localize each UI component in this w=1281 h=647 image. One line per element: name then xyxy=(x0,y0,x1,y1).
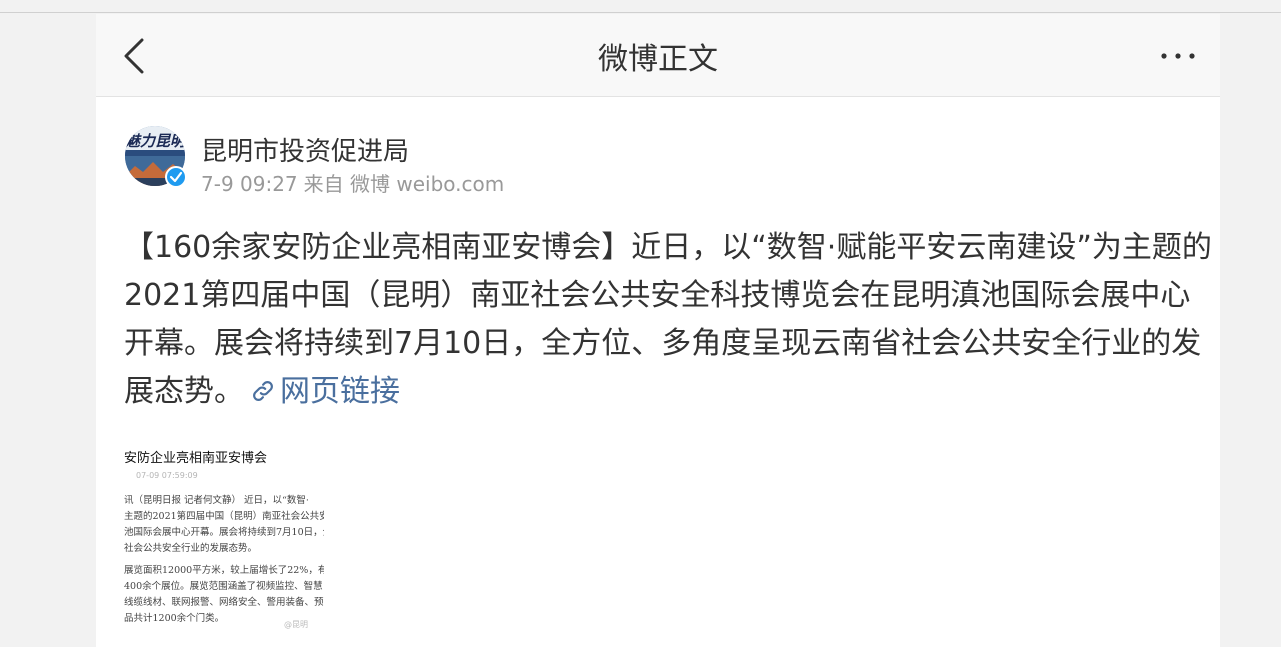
verified-badge-icon xyxy=(165,166,187,188)
thumbnail-line: 讯（昆明日报 记者何文静） 近日，以“数智· xyxy=(124,495,309,506)
thumbnail-date: 07-09 07:59:09 xyxy=(136,471,198,480)
page-title: 微博正文 xyxy=(598,42,718,77)
thumbnail-title: 安防企业亮相南亚安博会 xyxy=(124,451,268,466)
post-body-line: 【160余家安防企业亮相南亚安博会】近日，以“数智·赋能平安云南建设”为主题的 xyxy=(124,230,1212,265)
web-link-label: 网页链接 xyxy=(280,374,400,409)
thumbnail-line: 池国际会展中心开幕。展会将持续到7月10日，全 xyxy=(124,527,324,538)
weibo-detail-card: 微博正文 魅力昆明 昆明市投资促进局 7-9 09:27 来自 微博 weibo.… xyxy=(96,14,1220,647)
post-source: 来自 微博 weibo.com xyxy=(303,172,505,196)
thumbnail-line: 主题的2021第四届中国（昆明）南亚社会公共安 xyxy=(124,511,324,522)
post-body: 【160余家安防企业亮相南亚安博会】近日，以“数智·赋能平安云南建设”为主题的 … xyxy=(124,224,1212,416)
thumbnail-line: 展览面积12000平方米，较上届增长了22%，有 xyxy=(124,565,324,576)
thumbnail-line: 社会公共安全行业的发展态势。 xyxy=(124,543,258,554)
more-horizontal-icon[interactable] xyxy=(1158,44,1198,68)
author-name[interactable]: 昆明市投资促进局 xyxy=(201,131,409,168)
post-body-line-last: 展态势。 网页链接 xyxy=(124,368,1204,416)
post-time: 7-9 09:27 xyxy=(201,172,298,196)
window-top-border xyxy=(0,0,1281,13)
link-icon xyxy=(253,381,273,401)
thumbnail-line: 400余个展位。展览范围涵盖了视频监控、智慧 xyxy=(124,581,323,592)
thumbnail-line: 品共计1200余个门类。 xyxy=(124,613,225,624)
top-nav-bar: 微博正文 xyxy=(96,14,1220,97)
post-body-line: 2021第四届中国（昆明）南亚社会公共安全科技博览会在昆明滇池国际会展中心 xyxy=(124,278,1191,313)
post-body-line: 展态势。 xyxy=(124,374,244,409)
post-meta: 7-9 09:27 来自 微博 weibo.com xyxy=(201,168,510,197)
thumbnail-line: 线缆线材、联网报警、网络安全、警用装备、预 xyxy=(124,597,324,608)
svg-text:魅力昆明: 魅力昆明 xyxy=(125,132,185,150)
post-image-thumbnail[interactable]: 安防企业亮相南亚安博会 07-09 07:59:09 讯（昆明日报 记者何文静）… xyxy=(124,429,324,634)
thumbnail-watermark: @昆明 xyxy=(284,620,308,629)
web-link[interactable]: 网页链接 xyxy=(244,374,400,409)
post-body-line: 开幕。展会将持续到7月10日，全方位、多角度呈现云南省社会公共安全行业的发 xyxy=(124,326,1202,361)
